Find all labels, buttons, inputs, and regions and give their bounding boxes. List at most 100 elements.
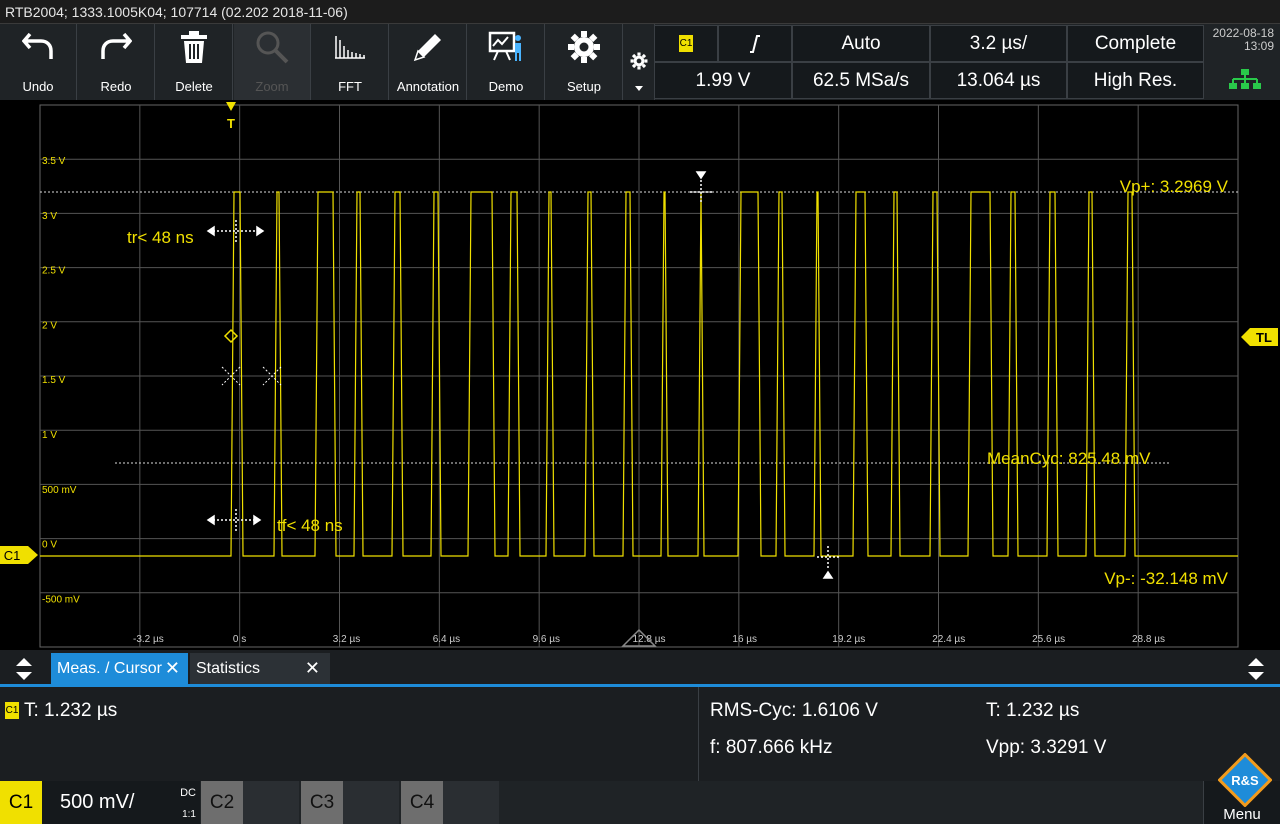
- y-tick-label: 1.5 V: [42, 375, 66, 386]
- frequency-measurement[interactable]: f: 807.666 kHz: [710, 737, 833, 759]
- trigger-source-badge: C1: [679, 35, 693, 53]
- dropdown-arrow-icon: [635, 86, 643, 91]
- tab-statistics[interactable]: Statistics ✕: [190, 653, 330, 684]
- setup-button[interactable]: Setup: [546, 24, 623, 100]
- x-tick-label: -3.2 µs: [133, 634, 164, 645]
- gear-icon: [546, 24, 622, 74]
- window-title: RTB2004; 1333.1005K04; 107714 (02.202 20…: [0, 0, 1280, 24]
- channel-1-button[interactable]: C1: [0, 781, 42, 824]
- menu-label: Menu: [1223, 806, 1261, 823]
- datetime: 2022-08-18 13:09: [1204, 24, 1280, 100]
- x-tick-label: 6.4 µs: [433, 634, 460, 645]
- x-tick-label: 16 µs: [732, 634, 757, 645]
- vpp-measurement[interactable]: Vpp: 3.3291 V: [986, 737, 1106, 759]
- channel-4-settings[interactable]: [443, 781, 499, 824]
- y-tick-label: -500 mV: [42, 594, 80, 605]
- x-tick-label: 25.6 µs: [1032, 634, 1065, 645]
- quick-settings-button[interactable]: [624, 24, 655, 100]
- y-tick-label: 2.5 V: [42, 266, 66, 277]
- graticule: [39, 104, 1239, 648]
- period-measurement-right[interactable]: T: 1.232 µs: [986, 700, 1079, 722]
- annotation-button[interactable]: Annotation: [390, 24, 467, 100]
- svg-text:C1: C1: [4, 548, 21, 563]
- undo-icon: [0, 24, 76, 74]
- channel-bar: C1 500 mV/ DC 1:1 C2 C3 C4 R&S Menu: [0, 752, 1280, 824]
- sample-rate: 62.5 MSa/s: [792, 62, 930, 99]
- trash-icon: [156, 24, 232, 74]
- y-tick-label: 3 V: [42, 211, 57, 222]
- x-tick-label: 28.8 µs: [1132, 634, 1165, 645]
- y-tick-label: 2 V: [42, 320, 57, 331]
- presentation-icon: [468, 24, 544, 74]
- demo-button[interactable]: Demo: [468, 24, 545, 100]
- channel-3-settings[interactable]: [343, 781, 399, 824]
- channel-2-button[interactable]: C2: [201, 781, 243, 824]
- y-tick-label: 3.5 V: [42, 156, 66, 167]
- trigger-level[interactable]: 1.99 V: [654, 62, 792, 99]
- network-icon: [1228, 68, 1262, 93]
- vp-plus-label: Vp+: 3.2969 V: [1120, 177, 1229, 196]
- trigger-source[interactable]: C1: [654, 25, 718, 62]
- zoom-button[interactable]: Zoom: [234, 24, 311, 100]
- timebase[interactable]: 3.2 µs/: [930, 25, 1067, 62]
- vp-minus-label: Vp-: -32.148 mV: [1104, 569, 1228, 588]
- rise-time-marker: [206, 220, 265, 242]
- x-tick-label: 3.2 µs: [333, 634, 360, 645]
- tab-meas-cursor[interactable]: Meas. / Cursor ✕: [51, 653, 188, 684]
- time: 13:09: [1243, 39, 1274, 53]
- scroll-up-down-icon[interactable]: [14, 656, 34, 687]
- delete-button[interactable]: Delete: [156, 24, 233, 100]
- y-tick-label: 1 V: [42, 430, 57, 441]
- trigger-level-marker[interactable]: TL: [1241, 328, 1278, 346]
- redo-button[interactable]: Redo: [78, 24, 155, 100]
- y-axis-labels: 3.5 V 3 V 2.5 V 2 V 1.5 V 1 V 500 mV 0 V -500 mV: [42, 156, 80, 605]
- toolbar: Undo Redo Delete Zoom FFT Annotation Dem…: [0, 24, 1280, 100]
- trigger-point-marker: [223, 328, 239, 344]
- rising-edge-icon: [748, 33, 762, 54]
- scroll-up-down-icon[interactable]: [1246, 656, 1266, 687]
- x-tick-label: 0 s: [233, 634, 246, 645]
- fall-time-label: tf< 48 ns: [277, 516, 343, 535]
- channel-3-button[interactable]: C3: [301, 781, 343, 824]
- waveform-svg[interactable]: 3.5 V 3 V 2.5 V 2 V 1.5 V 1 V 500 mV 0 V -500 mV…: [0, 100, 1280, 650]
- acquisition-mode[interactable]: High Res.: [1067, 62, 1204, 99]
- measurement-panel: C1 T: 1.232 µs RMS-Cyc: 1.6106 V f: 807.…: [0, 687, 1280, 781]
- spectrum-icon: [312, 24, 388, 74]
- waveform-display[interactable]: 3.5 V 3 V 2.5 V 2 V 1.5 V 1 V 500 mV 0 V -500 mV…: [0, 100, 1280, 650]
- svg-text:T: T: [227, 116, 235, 131]
- channel-1-offset-marker[interactable]: C1: [0, 546, 38, 564]
- close-icon[interactable]: ✕: [305, 653, 320, 684]
- rms-cyc-measurement[interactable]: RMS-Cyc: 1.6106 V: [710, 700, 878, 722]
- acquisition-state[interactable]: Complete: [1067, 25, 1204, 62]
- mean-cyc-label: MeanCyc: 825.48 mV: [987, 449, 1151, 468]
- y-tick-label: 0 V: [42, 540, 57, 551]
- trigger-position-marker[interactable]: T: [226, 102, 236, 131]
- x-tick-label: 9.6 µs: [533, 634, 560, 645]
- channel-2-settings[interactable]: [243, 781, 299, 824]
- close-icon[interactable]: ✕: [165, 653, 180, 684]
- x-tick-label: 22.4 µs: [932, 634, 965, 645]
- menu-button[interactable]: R&S Menu: [1203, 752, 1280, 824]
- y-tick-label: 500 mV: [42, 485, 77, 496]
- fft-button[interactable]: FFT: [312, 24, 389, 100]
- undo-button[interactable]: Undo: [0, 24, 77, 100]
- trigger-slope[interactable]: [718, 25, 792, 62]
- divider: [698, 687, 699, 781]
- svg-text:TL: TL: [1256, 330, 1272, 345]
- channel-1-scale: 500 mV/: [60, 791, 135, 813]
- horizontal-position[interactable]: 13.064 µs: [930, 62, 1067, 99]
- rs-logo: R&S: [1217, 752, 1273, 812]
- period-measurement-left[interactable]: C1 T: 1.232 µs: [5, 700, 117, 722]
- svg-text:R&S: R&S: [1231, 773, 1259, 788]
- panel-tabs: Meas. / Cursor ✕ Statistics ✕: [0, 650, 1280, 687]
- pencil-icon: [390, 24, 466, 74]
- channel-1-probe-ratio: 1:1: [182, 809, 196, 820]
- rise-time-label: tr< 48 ns: [127, 228, 194, 247]
- channel-4-button[interactable]: C4: [401, 781, 443, 824]
- channel-badge: C1: [5, 702, 19, 720]
- trigger-mode[interactable]: Auto: [792, 25, 930, 62]
- x-tick-label: 19.2 µs: [832, 634, 865, 645]
- magnifier-icon: [234, 24, 310, 74]
- redo-icon: [78, 24, 154, 74]
- channel-1-settings[interactable]: 500 mV/ DC 1:1: [42, 781, 200, 824]
